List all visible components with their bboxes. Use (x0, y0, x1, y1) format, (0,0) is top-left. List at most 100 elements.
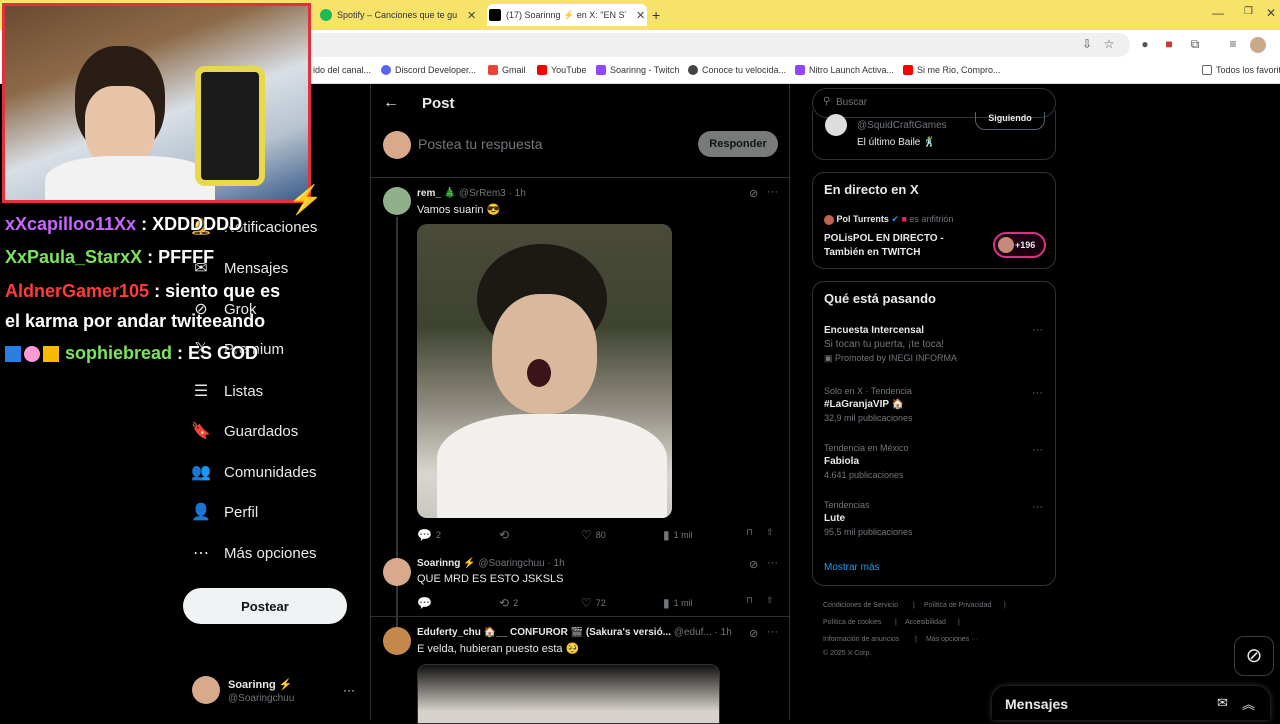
grok-icon[interactable]: ⊘ (749, 627, 758, 640)
tweet-handle[interactable]: @SrRem3 · 1h (459, 188, 526, 199)
stream-title[interactable]: POLisPOL EN DIRECTO - También en TWITCH (824, 232, 974, 260)
messages-drawer[interactable]: Mensajes ✉ ︽ (992, 686, 1270, 720)
bookmark[interactable]: Nitro Launch Activa... (795, 65, 894, 75)
bookmark[interactable]: ido del canal... (313, 65, 371, 75)
bookmark[interactable]: Conoce tu velocida... (688, 65, 786, 75)
twitch-icon (795, 65, 805, 75)
post-button[interactable]: Postear (183, 588, 347, 624)
bookmark[interactable]: Soarinng - Twitch (596, 65, 679, 75)
reply-action[interactable]: 💬 (417, 596, 436, 610)
footer-link[interactable]: Más opciones ··· (926, 636, 978, 643)
media-icon[interactable]: ≡ (1226, 37, 1240, 51)
account-name: Soarinng ⚡ (228, 679, 293, 691)
bookmark-icon[interactable]: ⊓ (746, 595, 753, 606)
footer-link[interactable]: Política de cookies (823, 619, 881, 626)
chart-icon: ▮ (663, 596, 670, 610)
more-icon[interactable]: ··· (767, 626, 778, 638)
like-action[interactable]: ♡ 80 (581, 528, 606, 542)
trend-count: 95,5 mil publicaciones (824, 527, 913, 537)
extension-icon[interactable]: ■ (1162, 37, 1176, 51)
bookmark[interactable]: YouTube (537, 65, 586, 75)
avatar[interactable] (825, 114, 847, 136)
live-host[interactable]: Pol Turrents ✔ ■ es anfitrión (824, 214, 953, 225)
reply-button[interactable]: Responder (698, 131, 778, 157)
new-message-icon[interactable]: ✉ (1217, 695, 1228, 711)
grok-icon[interactable]: ⊘ (1234, 636, 1274, 676)
bookmark[interactable]: Gmail (488, 65, 526, 75)
more-icon[interactable]: ··· (1032, 324, 1043, 336)
reply-input[interactable]: Postea tu respuesta (418, 136, 543, 152)
profile-avatar[interactable] (1250, 37, 1266, 53)
account-menu-icon[interactable]: ··· (343, 683, 355, 697)
bookmark[interactable]: Si me Rio, Compro... (903, 65, 1001, 75)
extension-icon[interactable]: ● (1138, 37, 1152, 51)
nav-mas-opciones[interactable]: ⋯ Más opciones (190, 538, 317, 568)
grok-icon[interactable]: ⊘ (749, 187, 758, 200)
tweet-media-image[interactable] (417, 224, 672, 518)
tweet-author[interactable]: Eduferty_chu 🏠__ CONFUROR 🎬 (Sakura's ve… (417, 627, 671, 638)
bookmark[interactable]: Discord Developer... (381, 65, 476, 75)
close-window-icon[interactable]: ✕ (1266, 6, 1276, 20)
trend-count: 4.641 publicaciones (824, 470, 904, 480)
footer-link[interactable]: Condiciones de Servicio (823, 602, 898, 609)
show-more-link[interactable]: Mostrar más (824, 562, 880, 573)
tweet-handle[interactable]: @eduf... · 1h (674, 627, 732, 638)
back-arrow-icon[interactable]: ← (383, 94, 399, 112)
like-action[interactable]: ♡ 72 (581, 596, 606, 610)
avatar[interactable] (383, 627, 411, 655)
star-icon[interactable]: ☆ (1102, 37, 1116, 51)
avatar[interactable] (383, 187, 411, 215)
close-icon[interactable]: ✕ (467, 9, 476, 22)
puzzle-icon[interactable]: ⧉ (1188, 37, 1202, 51)
footer-link[interactable]: Información de anuncios (823, 636, 899, 643)
restore-icon[interactable]: ❐ (1244, 6, 1253, 17)
tweet-media-image[interactable] (417, 664, 720, 724)
verified-icon: ✔ (891, 214, 899, 224)
nav-perfil[interactable]: 👤 Perfil (190, 497, 258, 527)
share-icon[interactable]: ⇧ (766, 527, 774, 538)
like-count: 80 (595, 530, 606, 540)
url-input[interactable] (300, 33, 1130, 57)
chevron-up-icon[interactable]: ︽ (1242, 694, 1255, 713)
retweet-action[interactable]: ⟲ 2 (499, 596, 518, 610)
more-icon[interactable]: ··· (1032, 501, 1043, 513)
install-icon[interactable]: ⇩ (1080, 37, 1094, 51)
views-action[interactable]: ▮ 1 mil (663, 528, 693, 542)
avatar[interactable] (192, 676, 220, 704)
tab-x-post[interactable]: (17) Soarinng ⚡ en X: "EN STR ✕ (487, 4, 647, 26)
share-icon[interactable]: ⇧ (766, 595, 774, 606)
close-icon[interactable]: ✕ (636, 9, 645, 22)
following-button[interactable]: Siguiendo (975, 112, 1045, 130)
new-tab-button[interactable]: + (652, 4, 660, 26)
more-icon[interactable]: ··· (767, 186, 778, 198)
all-bookmarks[interactable]: Todos los favorit (1202, 65, 1280, 75)
grok-icon[interactable]: ⊘ (749, 558, 758, 571)
trend-item[interactable]: Solo en X · Tendencia #LaGranjaVIP 🏠 32,… (824, 386, 1044, 423)
avatar[interactable] (383, 558, 411, 586)
tab-spotify[interactable]: Spotify – Canciones que te gust ✕ (320, 4, 480, 26)
tweet-author[interactable]: Soarinng ⚡ (417, 558, 476, 569)
nav-listas[interactable]: ☰ Listas (190, 376, 263, 406)
tweet-handle[interactable]: @Soaringchuu · 1h (478, 558, 564, 569)
more-icon[interactable]: ··· (767, 557, 778, 569)
retweet-icon: ⟲ (499, 596, 510, 610)
footer-link[interactable]: Accesibilidad (905, 619, 946, 626)
trend-item[interactable]: Tendencia en México Fabiola 4.641 public… (824, 443, 1044, 480)
retweet-action[interactable]: ⟲ (499, 528, 513, 542)
minimize-icon[interactable]: — (1212, 6, 1224, 20)
account-handle[interactable]: @SquidCraftGames (857, 120, 947, 131)
nav-comunidades[interactable]: 👥 Comunidades (190, 457, 317, 487)
views-action[interactable]: ▮ 1 mil (663, 596, 693, 610)
page-title: Post (422, 95, 455, 112)
listeners-pill[interactable]: +196 (993, 232, 1046, 258)
more-icon[interactable]: ··· (1032, 444, 1043, 456)
tweet-author[interactable]: rem_ 🎄 (417, 188, 456, 199)
bookmark-label: YouTube (551, 65, 587, 75)
reply-action[interactable]: 💬 2 (417, 528, 441, 542)
trend-item[interactable]: Encuesta Intercensal Si tocan tu puerta,… (824, 325, 1044, 364)
trend-item[interactable]: Tendencias Lute 95,5 mil publicaciones (824, 500, 1044, 537)
more-icon[interactable]: ··· (1032, 387, 1043, 399)
bookmark-icon[interactable]: ⊓ (746, 527, 753, 538)
nav-guardados[interactable]: 🔖 Guardados (190, 416, 298, 446)
footer-link[interactable]: Política de Privacidad (924, 602, 991, 609)
